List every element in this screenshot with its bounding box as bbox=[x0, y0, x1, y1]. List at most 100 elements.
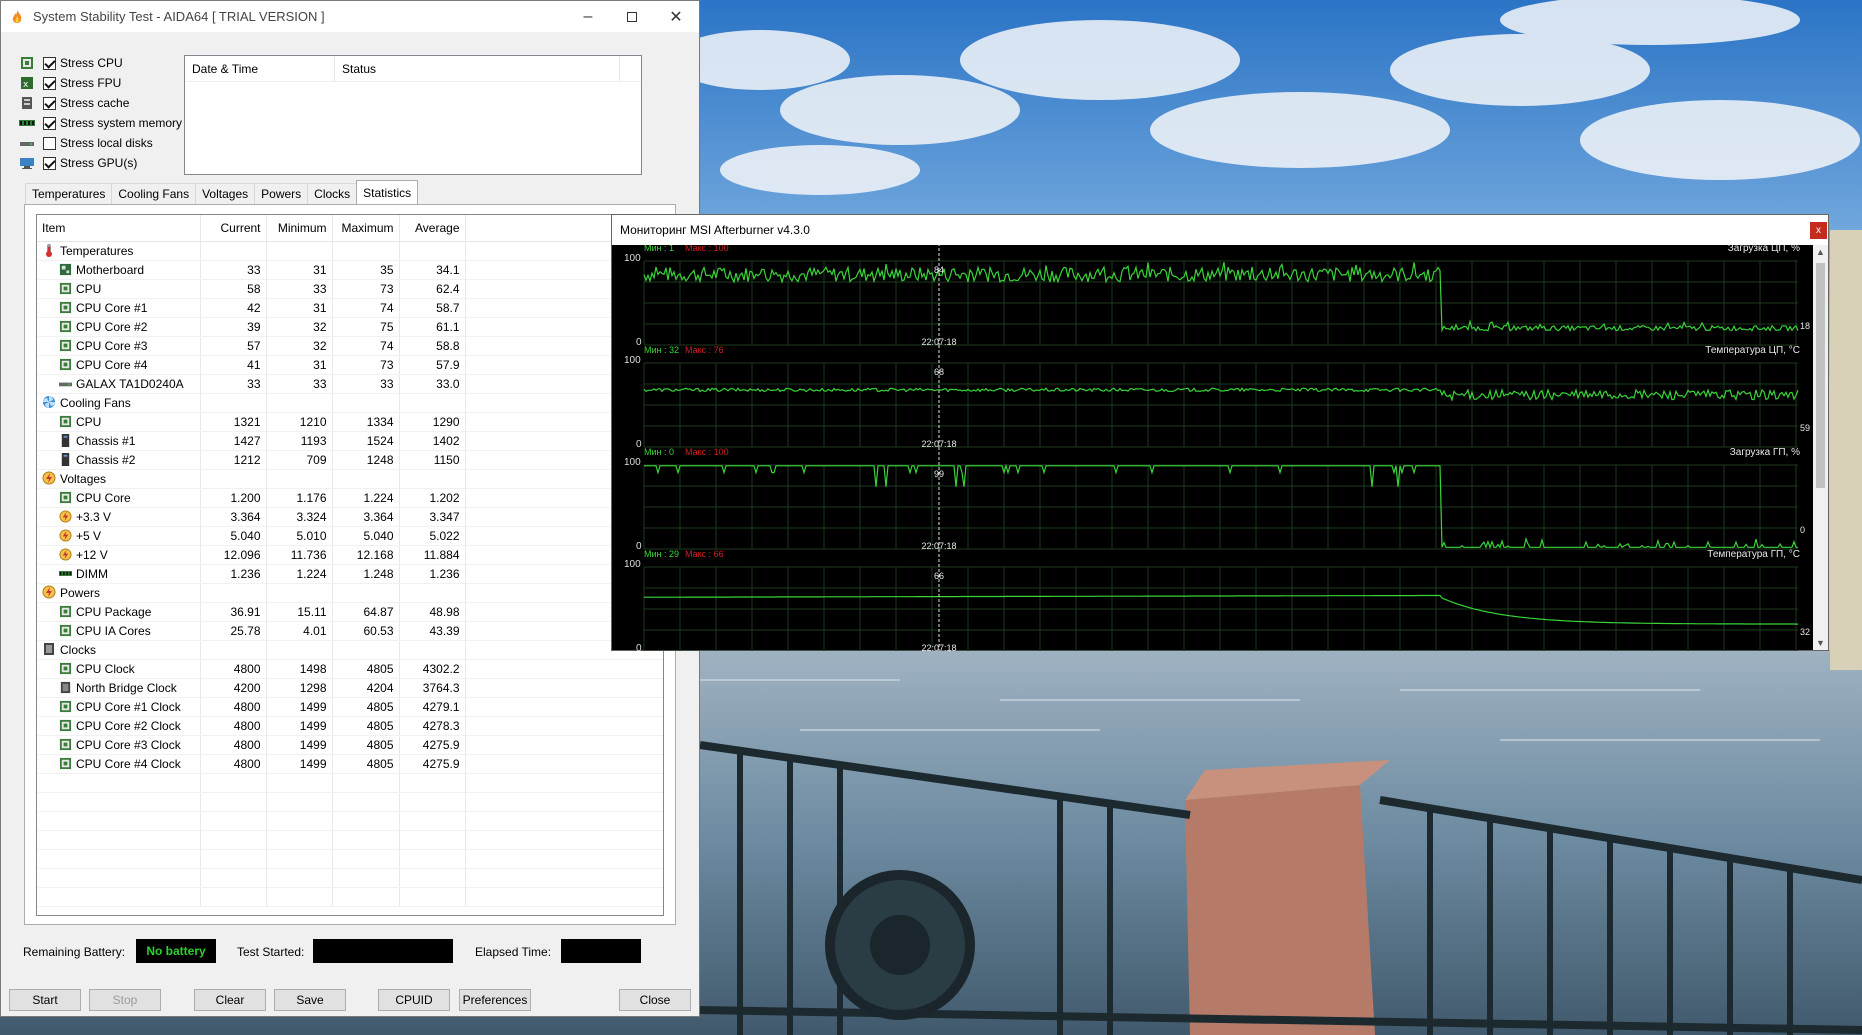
table-row[interactable]: CPU 1321 1210 1334 1290 bbox=[37, 412, 663, 432]
table-row[interactable]: CPU Core #3 57 32 74 58.8 bbox=[37, 336, 663, 356]
tab-clocks[interactable]: Clocks bbox=[307, 183, 358, 204]
col-average[interactable]: Average bbox=[399, 215, 466, 242]
table-row[interactable]: CPU Core #4 41 31 73 57.9 bbox=[37, 355, 663, 375]
save-button[interactable]: Save bbox=[274, 989, 346, 1011]
table-row[interactable]: CPU IA Cores 25.78 4.01 60.53 43.39 bbox=[37, 621, 663, 641]
graph-panel[interactable]: 100 0 Мин : 32 Макс : 76 Температура ЦП, °С 6… bbox=[624, 345, 1810, 450]
table-row[interactable]: +3.3 V 3.364 3.324 3.364 3.347 bbox=[37, 507, 663, 527]
stress-checkbox[interactable] bbox=[43, 116, 56, 130]
stress-checkbox[interactable] bbox=[43, 156, 56, 170]
table-row[interactable]: CPU Core #4 Clock 4800 1499 4805 4275.9 bbox=[37, 754, 663, 774]
stress-option-label[interactable]: Stress CPU bbox=[60, 56, 123, 70]
tab-cooling-fans[interactable]: Cooling Fans bbox=[111, 183, 197, 204]
table-row[interactable]: +5 V 5.040 5.010 5.040 5.022 bbox=[37, 526, 663, 546]
minimum-value: 4.01 bbox=[266, 621, 333, 641]
table-row[interactable]: North Bridge Clock 4200 1298 4204 3764.3 bbox=[37, 678, 663, 698]
table-row[interactable]: CPU Core #2 Clock 4800 1499 4805 4278.3 bbox=[37, 716, 663, 736]
maximum-value: 75 bbox=[332, 317, 400, 337]
empty-cell bbox=[200, 868, 267, 888]
tab-voltages[interactable]: Voltages bbox=[195, 183, 256, 204]
graph-panel[interactable]: 100 0 Мин : 29 Макс : 66 Температура ГП, °С 6… bbox=[624, 549, 1810, 651]
chassis-icon bbox=[59, 433, 72, 447]
col-maximum[interactable]: Maximum bbox=[332, 215, 400, 242]
table-row[interactable]: CPU Core #2 39 32 75 61.1 bbox=[37, 317, 663, 337]
stress-option-label[interactable]: Stress system memory bbox=[60, 116, 182, 130]
table-row[interactable]: CPU Core #1 42 31 74 58.7 bbox=[37, 298, 663, 318]
minimum-value bbox=[266, 583, 333, 603]
stress-option[interactable]: Stress local disks bbox=[19, 133, 153, 153]
stress-option[interactable]: Stress cache bbox=[19, 93, 129, 113]
group-row[interactable]: Cooling Fans bbox=[37, 393, 663, 413]
msi-scrollbar[interactable]: ▲ ▼ bbox=[1813, 245, 1828, 650]
log-header-status[interactable]: Status bbox=[335, 56, 620, 81]
empty-row bbox=[37, 773, 663, 793]
stress-checkbox[interactable] bbox=[43, 96, 56, 110]
start-button[interactable]: Start bbox=[9, 989, 81, 1011]
minimum-value: 33 bbox=[266, 279, 333, 299]
group-row[interactable]: Voltages bbox=[37, 469, 663, 489]
row-filler bbox=[465, 678, 663, 698]
preferences-button[interactable]: Preferences bbox=[459, 989, 531, 1011]
stress-option-label[interactable]: Stress cache bbox=[60, 96, 129, 110]
table-row[interactable]: Chassis #1 1427 1193 1524 1402 bbox=[37, 431, 663, 451]
table-row[interactable]: CPU 58 33 73 62.4 bbox=[37, 279, 663, 299]
graph-panel[interactable]: 1000Мин : 0 Макс : 100 Загрузка ГП, %9922:… bbox=[624, 447, 1805, 552]
table-row[interactable]: DIMM 1.236 1.224 1.248 1.236 bbox=[37, 564, 663, 584]
stress-option-label[interactable]: Stress local disks bbox=[60, 136, 153, 150]
clear-button[interactable]: Clear bbox=[194, 989, 266, 1011]
window-title: System Stability Test - AIDA64 [ TRIAL V… bbox=[33, 9, 325, 24]
scroll-down-icon[interactable]: ▼ bbox=[1816, 638, 1825, 648]
maximum-value: 5.040 bbox=[332, 526, 400, 546]
table-row[interactable]: Motherboard 33 31 35 34.1 bbox=[37, 260, 663, 280]
tab-powers[interactable]: Powers bbox=[254, 183, 309, 204]
maximize-button[interactable] bbox=[609, 1, 655, 32]
stress-checkbox[interactable] bbox=[43, 56, 56, 70]
statistics-table[interactable]: Item Current Minimum Maximum Average Tem… bbox=[36, 214, 664, 916]
minimize-button[interactable]: – bbox=[565, 1, 611, 32]
group-row[interactable]: Powers bbox=[37, 583, 663, 603]
tab-temperatures[interactable]: Temperatures bbox=[25, 183, 113, 204]
stress-option[interactable]: Stress system memory bbox=[19, 113, 182, 133]
scroll-up-icon[interactable]: ▲ bbox=[1816, 247, 1825, 257]
col-current[interactable]: Current bbox=[200, 215, 267, 242]
table-row[interactable]: Chassis #2 1212 709 1248 1150 bbox=[37, 450, 663, 470]
current-value: 58 bbox=[200, 279, 267, 299]
aida-titlebar[interactable]: System Stability Test - AIDA64 [ TRIAL V… bbox=[1, 1, 699, 32]
cpuid-button[interactable]: CPUID bbox=[378, 989, 450, 1011]
table-row[interactable]: CPU Core #1 Clock 4800 1499 4805 4279.1 bbox=[37, 697, 663, 717]
stress-option[interactable]: Stress GPU(s) bbox=[19, 153, 137, 173]
col-minimum[interactable]: Minimum bbox=[266, 215, 333, 242]
table-row[interactable]: CPU Core 1.200 1.176 1.224 1.202 bbox=[37, 488, 663, 508]
msi-titlebar[interactable]: Мониторинг MSI Afterburner v4.3.0 bbox=[612, 215, 1828, 245]
empty-cell bbox=[465, 849, 663, 869]
close-button[interactable]: Close bbox=[619, 989, 691, 1011]
row-label: CPU bbox=[76, 414, 102, 429]
log-header-datetime[interactable]: Date & Time bbox=[185, 56, 335, 81]
monitor-graphs[interactable]: 100 0 Мин : 1 Макс : 100 Загрузка ЦП, % 84 22:… bbox=[612, 245, 1813, 651]
stress-checkbox[interactable] bbox=[43, 76, 56, 90]
scroll-thumb[interactable] bbox=[1816, 263, 1825, 488]
group-row[interactable]: Clocks bbox=[37, 640, 663, 660]
stress-option-label[interactable]: Stress FPU bbox=[60, 76, 121, 90]
test-started-label: Test Started: bbox=[237, 945, 305, 959]
graph-panel[interactable]: 1000Мин : 1 Макс : 100 Загрузка ЦП, %8422:… bbox=[624, 245, 1810, 348]
table-row[interactable]: CPU Package 36.91 15.11 64.87 48.98 bbox=[37, 602, 663, 622]
group-row[interactable]: Temperatures bbox=[37, 241, 663, 261]
stress-option[interactable]: Stress CPU bbox=[19, 53, 123, 73]
col-item[interactable]: Item bbox=[37, 215, 201, 242]
table-row[interactable]: +12 V 12.096 11.736 12.168 11.884 bbox=[37, 545, 663, 565]
stress-option[interactable]: x Stress FPU bbox=[19, 73, 121, 93]
msi-close-button[interactable]: x bbox=[1810, 222, 1827, 239]
close-window-button[interactable]: ✕ bbox=[653, 1, 699, 32]
minimum-value bbox=[266, 640, 333, 660]
table-row[interactable]: CPU Clock 4800 1498 4805 4302.2 bbox=[37, 659, 663, 679]
table-row[interactable]: GALAX TA1D0240A 33 33 33 33.0 bbox=[37, 374, 663, 394]
tab-statistics[interactable]: Statistics bbox=[356, 180, 419, 204]
stress-option-label[interactable]: Stress GPU(s) bbox=[60, 156, 137, 170]
table-row[interactable]: CPU Core #3 Clock 4800 1499 4805 4275.9 bbox=[37, 735, 663, 755]
stress-checkbox[interactable] bbox=[43, 136, 56, 150]
current-value: 4800 bbox=[200, 716, 267, 736]
current-value: 4200 bbox=[200, 678, 267, 698]
test-log-list[interactable]: Date & Time Status bbox=[184, 55, 642, 175]
stop-button[interactable]: Stop bbox=[89, 989, 161, 1011]
